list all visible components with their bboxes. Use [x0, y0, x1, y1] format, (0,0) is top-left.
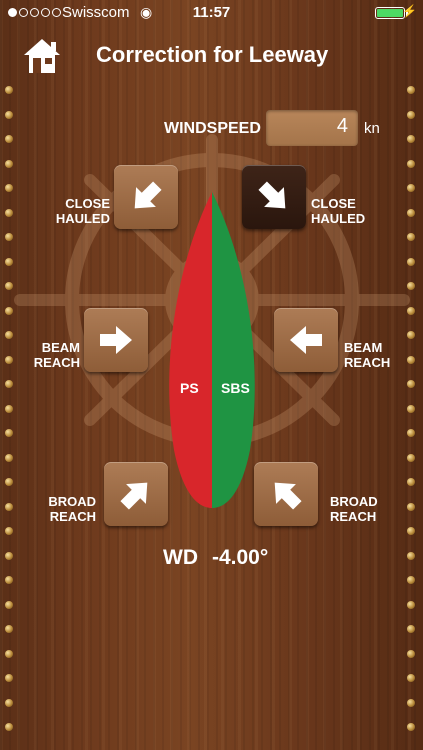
beam-reach-starboard-label: BEAM REACH — [344, 340, 391, 370]
arrow-up-right-icon — [120, 482, 148, 510]
charging-icon: ⚡ — [402, 4, 417, 18]
arrow-down-left-icon — [258, 181, 286, 209]
boat-hull-icon — [169, 192, 255, 508]
title-bar: Correction for Leeway — [0, 26, 423, 84]
leeway-result: WD -4.00° — [163, 546, 268, 570]
page-title: Correction for Leeway — [96, 42, 329, 67]
rivet-icon — [5, 723, 13, 731]
leeway-result-value: -4.00° — [212, 546, 269, 569]
broad-reach-port-label: BROAD REACH — [48, 494, 96, 524]
arrow-left-icon — [290, 326, 322, 354]
windspeed-label: WINDSPEED — [164, 120, 261, 137]
rivet-icon — [5, 551, 13, 560]
leeway-result-label: WD — [163, 546, 198, 569]
close-hauled-starboard-button[interactable] — [242, 165, 306, 229]
broad-reach-port-button[interactable] — [104, 462, 168, 526]
broad-reach-starboard-button[interactable] — [254, 462, 318, 526]
close-hauled-starboard-label: CLOSE HAULED — [311, 196, 366, 226]
arrow-down-right-icon — [134, 181, 162, 209]
rivet-icon — [5, 600, 13, 609]
clock: 11:57 — [192, 4, 231, 21]
beam-reach-starboard-button[interactable] — [274, 308, 338, 372]
rivet-icon — [407, 649, 415, 658]
battery-icon — [375, 7, 408, 19]
rivet-icon — [407, 674, 415, 682]
status-bar: Swisscom ◉ 11:57 ⚡ — [0, 0, 423, 26]
beam-reach-port-label: BEAM REACH — [33, 340, 80, 370]
rivet-icon — [5, 698, 13, 707]
rivet-icon — [407, 625, 415, 633]
beam-reach-port-button[interactable] — [84, 308, 148, 372]
arrow-up-left-icon — [274, 482, 302, 510]
rivet-icon — [407, 723, 415, 731]
rivet-icon — [407, 698, 415, 707]
rivet-icon — [5, 625, 13, 633]
rivet-icon — [5, 674, 13, 682]
rivet-icon — [407, 551, 415, 560]
starboard-side-label: SBS — [221, 380, 250, 396]
rivet-icon — [5, 86, 13, 94]
home-icon[interactable] — [22, 36, 62, 76]
rivet-icon — [407, 576, 415, 584]
close-hauled-port-label: CLOSE HAULED — [55, 196, 110, 226]
close-hauled-port-button[interactable] — [114, 165, 178, 229]
rivet-icon — [5, 649, 13, 658]
rivet-icon — [407, 600, 415, 609]
windspeed-unit: kn — [364, 120, 380, 137]
rivet-icon — [407, 86, 415, 94]
windspeed-input[interactable]: 4 — [266, 110, 358, 146]
broad-reach-starboard-label: BROAD REACH — [330, 494, 378, 524]
rivet-icon — [5, 576, 13, 584]
port-side-label: PS — [180, 380, 199, 396]
arrow-right-icon — [100, 326, 132, 354]
